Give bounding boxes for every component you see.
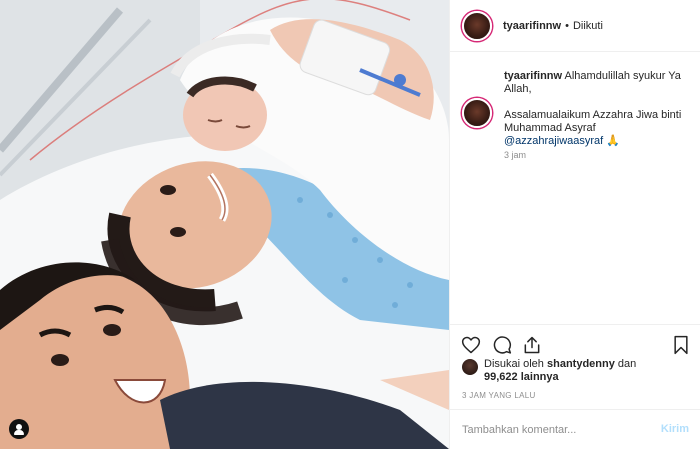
post-comment-button[interactable]: Kirim	[661, 423, 689, 435]
tagged-people-icon[interactable]	[9, 419, 29, 439]
post-timestamp[interactable]: 3 JAM YANG LALU	[462, 391, 536, 400]
likes-conj: dan	[617, 358, 637, 370]
post-side-panel: tyaarifinnw • Diikuti tyaarifinnw Alhamd…	[449, 0, 700, 449]
liker-avatar-icon[interactable]	[462, 359, 478, 375]
comment-input[interactable]	[462, 423, 642, 436]
post-header: tyaarifinnw • Diikuti	[450, 0, 700, 52]
bookmark-icon[interactable]	[671, 335, 691, 355]
heart-icon[interactable]	[461, 335, 481, 355]
caption-mention-link[interactable]: @azzahrajiwaasyraf	[504, 135, 603, 147]
post-photo[interactable]	[0, 0, 449, 449]
caption-line2: Assalamualaikum Azzahra Jiwa binti Muham…	[504, 109, 682, 134]
likes-count[interactable]: 99,622	[484, 371, 518, 383]
follow-status-button[interactable]: Diikuti	[573, 20, 603, 32]
header-username[interactable]: tyaarifinnw	[503, 20, 561, 32]
share-icon[interactable]	[522, 335, 542, 355]
praying-hands-emoji: 🙏	[606, 135, 620, 147]
caption-username[interactable]: tyaarifinnw	[504, 70, 562, 82]
profile-avatar-icon[interactable]	[462, 10, 492, 41]
caption-avatar-icon[interactable]	[462, 98, 492, 128]
liker-username[interactable]: shantydenny	[547, 358, 615, 370]
caption-text: tyaarifinnw Alhamdulillah syukur Ya Alla…	[504, 70, 690, 148]
likes-prefix: Disukai oleh	[484, 358, 544, 370]
likes-summary: Disukai oleh shantydenny dan 99,622 lain…	[462, 358, 692, 384]
likes-text: Disukai oleh shantydenny dan 99,622 lain…	[484, 358, 636, 384]
instagram-post: tyaarifinnw • Diikuti tyaarifinnw Alhamd…	[0, 0, 700, 449]
comment-icon[interactable]	[492, 335, 512, 355]
caption-time[interactable]: 3 jam	[504, 150, 526, 160]
photo-illustration	[0, 0, 449, 449]
header-separator: •	[565, 19, 569, 32]
likes-suffix[interactable]: lainnya	[521, 371, 559, 383]
add-comment-bar: Kirim	[450, 409, 700, 449]
